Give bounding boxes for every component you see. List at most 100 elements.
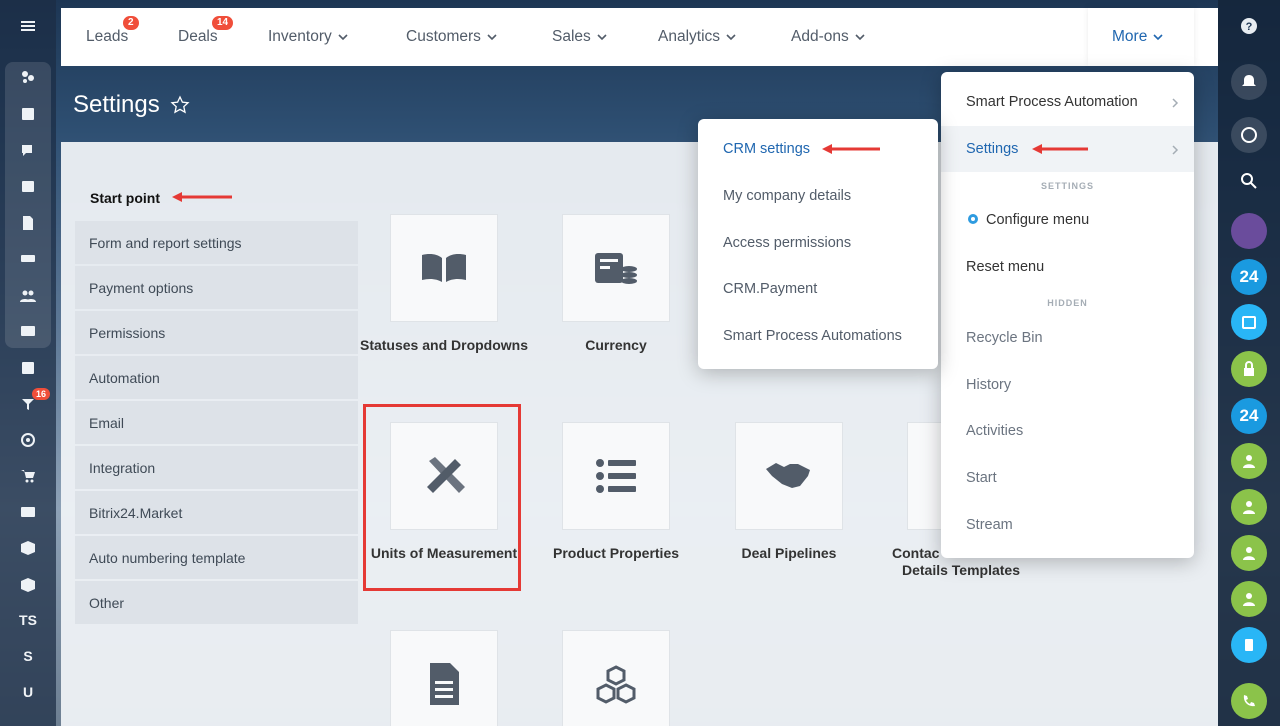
target-icon[interactable] xyxy=(0,426,56,454)
avatar[interactable] xyxy=(1231,213,1267,249)
menu-item-recycle-bin[interactable]: Recycle Bin xyxy=(966,330,1043,346)
hamburger-icon[interactable] xyxy=(0,12,56,40)
menu-section-settings-label: SETTINGS xyxy=(1032,181,1102,191)
help-icon[interactable]: ? xyxy=(1231,8,1267,44)
calendar-icon[interactable] xyxy=(1231,304,1267,340)
search-icon[interactable] xyxy=(1231,163,1267,199)
chat-icon[interactable] xyxy=(0,137,56,165)
cart-icon[interactable] xyxy=(0,462,56,490)
handshake-icon xyxy=(766,463,810,488)
document-icon xyxy=(430,663,459,705)
menu-item-configure[interactable]: Configure menu xyxy=(966,212,1089,228)
group-icon[interactable] xyxy=(1231,443,1267,479)
side-item-form-report[interactable]: Form and report settings xyxy=(75,221,358,264)
red-arrow-icon xyxy=(822,144,880,154)
nav-addons[interactable]: Add-ons xyxy=(791,28,865,46)
call-icon[interactable] xyxy=(1231,683,1267,719)
tile-cubes[interactable] xyxy=(562,630,670,726)
chevron-right-icon xyxy=(1172,98,1179,108)
chevron-right-icon xyxy=(1172,145,1179,155)
right-sidebar: ? 24 24 xyxy=(1218,0,1280,726)
svg-text:?: ? xyxy=(1246,21,1253,33)
side-item-payment-options[interactable]: Payment options xyxy=(75,266,358,309)
side-item-other[interactable]: Other xyxy=(75,581,358,624)
menu-item-start[interactable]: Start xyxy=(966,470,997,486)
side-item-integration[interactable]: Integration xyxy=(75,446,358,489)
tasks-icon[interactable] xyxy=(0,100,56,128)
deals-badge: 14 xyxy=(211,15,235,31)
drive-icon[interactable] xyxy=(0,244,56,272)
menu-item-settings[interactable]: Settings xyxy=(966,141,1018,157)
group-icon[interactable] xyxy=(1231,535,1267,571)
bitrix24-icon[interactable]: 24 xyxy=(1231,398,1267,434)
settings-side-list: Form and report settings Payment options… xyxy=(75,221,358,626)
nav-label: Analytics xyxy=(658,28,721,45)
nav-customers[interactable]: Customers xyxy=(406,28,497,46)
top-nav: Leads 2 Deals 14 Inventory Customers Sal… xyxy=(61,8,1218,66)
left-item-ts[interactable]: TS xyxy=(0,606,56,634)
nav-sales[interactable]: Sales xyxy=(552,28,607,46)
menu-item-activities[interactable]: Activities xyxy=(966,423,1023,439)
menu-item-history[interactable]: History xyxy=(966,377,1011,393)
menu-section-settings: SETTINGS xyxy=(941,181,1194,191)
messenger-icon[interactable] xyxy=(1231,117,1267,153)
feed-icon[interactable] xyxy=(0,63,56,91)
nav-label: Add-ons xyxy=(791,28,849,45)
left-item-s[interactable]: S xyxy=(0,642,56,670)
page-title-text: Settings xyxy=(73,91,160,118)
side-item-market[interactable]: Bitrix24.Market xyxy=(75,491,358,534)
contact-card-icon[interactable] xyxy=(0,498,56,526)
calendar-icon[interactable] xyxy=(0,172,56,200)
tile-document[interactable] xyxy=(390,630,498,726)
tile-statuses[interactable] xyxy=(390,214,498,322)
phone-transfer-icon[interactable] xyxy=(1231,627,1267,663)
document-icon[interactable] xyxy=(0,209,56,237)
tile-product-properties[interactable] xyxy=(562,422,670,530)
nav-analytics[interactable]: Analytics xyxy=(658,28,736,46)
menu-item-crm-settings[interactable]: CRM settings xyxy=(723,141,810,157)
side-item-automation[interactable]: Automation xyxy=(75,356,358,399)
group-icon[interactable] xyxy=(1231,489,1267,525)
page-title: Settings xyxy=(73,91,190,119)
nav-more-label: More xyxy=(1112,28,1148,45)
bitrix24-icon[interactable]: 24 xyxy=(1231,259,1267,295)
menu-item-reset[interactable]: Reset menu xyxy=(966,259,1044,275)
box-icon[interactable] xyxy=(0,571,56,599)
menu-section-hidden: HIDDEN xyxy=(941,298,1194,308)
nav-label: Sales xyxy=(552,28,591,45)
red-arrow-icon xyxy=(1032,144,1088,154)
chevron-down-icon xyxy=(855,34,865,41)
start-point-label: Start point xyxy=(90,190,160,206)
menu-item-access-permissions[interactable]: Access permissions xyxy=(723,235,851,251)
chevron-down-icon xyxy=(487,34,497,41)
employees-icon[interactable] xyxy=(0,282,56,310)
menu-item-crm-payment[interactable]: CRM.Payment xyxy=(723,281,817,297)
box-icon[interactable] xyxy=(0,534,56,562)
nav-deals[interactable]: Deals xyxy=(178,28,218,46)
menu-item-smart-process-automations[interactable]: Smart Process Automations xyxy=(723,328,902,344)
list-icon xyxy=(596,459,636,493)
nav-leads[interactable]: Leads xyxy=(86,28,128,46)
checklist-icon[interactable] xyxy=(0,354,56,382)
book-icon xyxy=(422,254,466,282)
nav-more-button[interactable]: More xyxy=(1088,8,1194,66)
side-item-auto-numbering[interactable]: Auto numbering template xyxy=(75,536,358,579)
side-item-permissions[interactable]: Permissions xyxy=(75,311,358,354)
menu-item-company-details[interactable]: My company details xyxy=(723,188,851,204)
crm-badge: 16 xyxy=(32,388,51,400)
tile-deal-pipelines[interactable] xyxy=(735,422,843,530)
mail-icon[interactable] xyxy=(0,317,56,345)
lock-icon[interactable] xyxy=(1231,351,1267,387)
side-item-email[interactable]: Email xyxy=(75,401,358,444)
red-arrow-icon xyxy=(172,192,232,202)
menu-item-smart-process[interactable]: Smart Process Automation xyxy=(966,94,1138,110)
star-icon[interactable] xyxy=(170,95,190,115)
menu-item-stream[interactable]: Stream xyxy=(966,517,1013,533)
chevron-down-icon xyxy=(338,34,348,41)
tile-currency[interactable] xyxy=(562,214,670,322)
chevron-down-icon xyxy=(597,34,607,41)
bell-icon[interactable] xyxy=(1231,64,1267,100)
group-icon[interactable] xyxy=(1231,581,1267,617)
left-item-u[interactable]: U xyxy=(0,678,56,706)
nav-inventory[interactable]: Inventory xyxy=(268,28,348,46)
